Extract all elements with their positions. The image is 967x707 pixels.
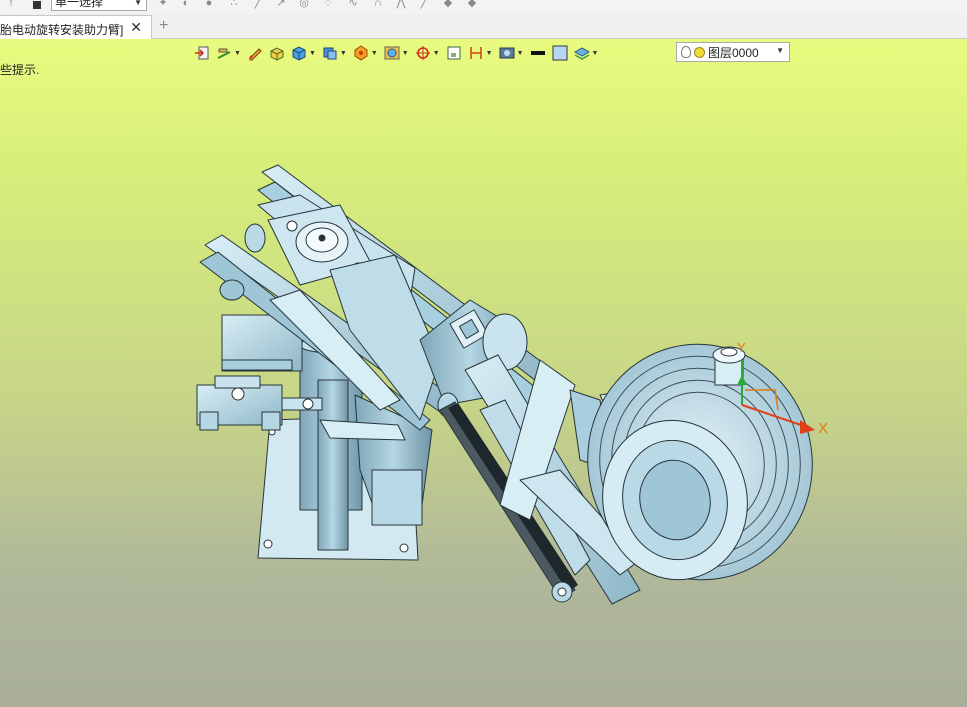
arc-icon-2[interactable]: ⋀ [395, 0, 407, 9]
layer-stack-icon[interactable]: ◆ [442, 0, 454, 9]
triad-y-label: Y [737, 340, 746, 355]
spline-icon[interactable]: ∿ [347, 0, 359, 9]
document-tab[interactable]: 胎电动旋转安装助力臂] ✕ [0, 15, 152, 39]
shade-icon[interactable]: ● [203, 0, 215, 9]
snap-icon[interactable]: ◐ [180, 0, 192, 9]
render-icon[interactable]: ✦ [157, 0, 169, 9]
model-rendering[interactable]: Y X [0, 39, 967, 707]
document-tab-label: 胎电动旋转安装助力臂] [0, 23, 124, 37]
line-icon[interactable]: ╱ [252, 0, 264, 9]
select-filter-icon[interactable] [33, 1, 41, 9]
polyline-icon[interactable]: ↗ [275, 0, 287, 9]
chevron-down-icon: ▼ [134, 0, 142, 7]
line-icon-2[interactable]: ╱ [418, 0, 430, 9]
top-toolbar: ↑ 单一选择 ▼ ✦ ◐ ● ∴ ╱ ↗ ◎ ◌ ∿ ∩ ⋀ ╱ ◆ ◆ [0, 0, 967, 14]
curve-icon[interactable]: ∩ [372, 0, 384, 9]
close-icon[interactable]: ✕ [130, 19, 142, 36]
new-tab-button[interactable]: + [159, 17, 168, 35]
selection-mode-value: 单一选择 [55, 0, 104, 9]
document-tab-bar: 胎电动旋转安装助力臂] ✕ + [0, 14, 967, 39]
pointer-icon[interactable]: ↑ [5, 0, 17, 9]
circle-icon[interactable]: ◎ [298, 0, 310, 9]
layer-stack-icon-2[interactable]: ◆ [466, 0, 478, 9]
point-icon[interactable]: ∴ [228, 0, 240, 9]
3d-viewport[interactable]: 些提示. ▼ ▼ ▼ ▼ ▼ ▼ ▼ ▼ ▼ 图层0000 ▼ Y X [0, 39, 967, 707]
triad-x-label: X [818, 420, 828, 437]
arc-icon[interactable]: ◌ [322, 0, 334, 9]
selection-mode-combo[interactable]: 单一选择 ▼ [51, 0, 147, 11]
